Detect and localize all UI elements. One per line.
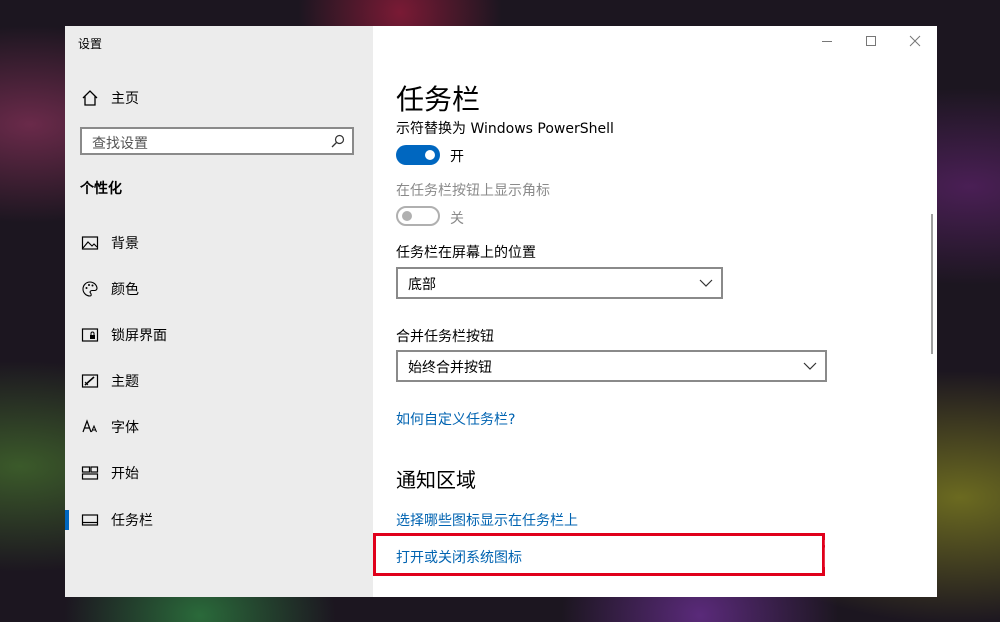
search-input[interactable]: 查找设置 <box>80 127 354 155</box>
page-title: 任务栏 <box>396 83 481 116</box>
sidebar-item-label: 主题 <box>111 374 139 390</box>
sidebar-item-themes[interactable]: 主题 <box>65 361 373 401</box>
chevron-down-icon <box>803 362 817 370</box>
picture-icon <box>81 236 99 250</box>
maximize-icon[interactable] <box>862 32 880 50</box>
sidebar-item-label: 背景 <box>111 236 139 252</box>
sidebar-item-fonts[interactable]: 字体 <box>65 407 373 447</box>
section-title: 个性化 <box>80 181 122 197</box>
combine-setting-label: 合并任务栏按钮 <box>396 329 494 345</box>
font-icon <box>82 419 97 433</box>
sidebar-item-label: 开始 <box>111 466 139 482</box>
position-setting-label: 任务栏在屏幕上的位置 <box>396 245 536 261</box>
badges-toggle[interactable] <box>396 206 440 226</box>
sidebar-item-lock-screen[interactable]: 锁屏界面 <box>65 315 373 355</box>
position-dropdown-value: 底部 <box>408 277 436 293</box>
sidebar-item-start[interactable]: 开始 <box>65 453 373 493</box>
sidebar-item-colors[interactable]: 颜色 <box>65 269 373 309</box>
powershell-toggle-state: 开 <box>450 149 464 165</box>
taskbar-icon <box>81 514 99 526</box>
scrollbar[interactable] <box>931 214 933 354</box>
sidebar-item-label: 任务栏 <box>111 513 153 529</box>
lock-screen-icon <box>81 328 99 342</box>
minimize-icon[interactable] <box>818 32 836 50</box>
notification-area-title: 通知区域 <box>396 468 476 492</box>
home-nav-item[interactable]: 主页 <box>65 81 373 113</box>
settings-window: 设置 主页 查找设置 个性化 背景 颜色 锁屏界面 主题 字体 开始 任务栏 任… <box>65 26 937 597</box>
search-placeholder: 查找设置 <box>92 136 148 152</box>
sidebar-item-label: 字体 <box>111 420 139 436</box>
sidebar-item-background[interactable]: 背景 <box>65 223 373 263</box>
close-icon[interactable] <box>906 32 924 50</box>
powershell-toggle[interactable] <box>396 145 440 165</box>
watermark-brand-cn: 经验 <box>876 547 929 577</box>
palette-icon <box>82 281 98 297</box>
sidebar-item-label: 锁屏界面 <box>111 328 167 344</box>
customize-taskbar-link[interactable]: 如何自定义任务栏? <box>396 409 515 429</box>
start-icon <box>81 466 99 480</box>
badges-toggle-state: 关 <box>450 211 464 227</box>
combine-dropdown-value: 始终合并按钮 <box>408 360 492 376</box>
baidu-watermark: Bai du 经验 jingyan.baidu.com <box>748 515 958 605</box>
main-content: 任务栏 示符替换为 Windows PowerShell 开 在任务栏按钮上显示… <box>373 26 937 597</box>
combine-dropdown[interactable]: 始终合并按钮 <box>396 350 827 382</box>
sidebar-item-taskbar[interactable]: 任务栏 <box>65 500 373 540</box>
badges-setting-label: 在任务栏按钮上显示角标 <box>396 183 550 199</box>
sidebar-item-label: 颜色 <box>111 282 139 298</box>
search-icon[interactable] <box>331 134 345 148</box>
chevron-down-icon <box>699 279 713 287</box>
app-title: 设置 <box>78 37 103 51</box>
position-dropdown[interactable]: 底部 <box>396 267 723 299</box>
home-icon <box>82 90 98 106</box>
powershell-setting-label: 示符替换为 Windows PowerShell <box>396 121 614 137</box>
watermark-url: jingyan.baidu.com <box>770 581 900 597</box>
theme-icon <box>81 374 99 388</box>
select-icons-link[interactable]: 选择哪些图标显示在任务栏上 <box>396 510 578 530</box>
sidebar: 设置 主页 查找设置 个性化 背景 颜色 锁屏界面 主题 字体 开始 任务栏 <box>65 26 373 597</box>
home-label: 主页 <box>111 91 139 107</box>
